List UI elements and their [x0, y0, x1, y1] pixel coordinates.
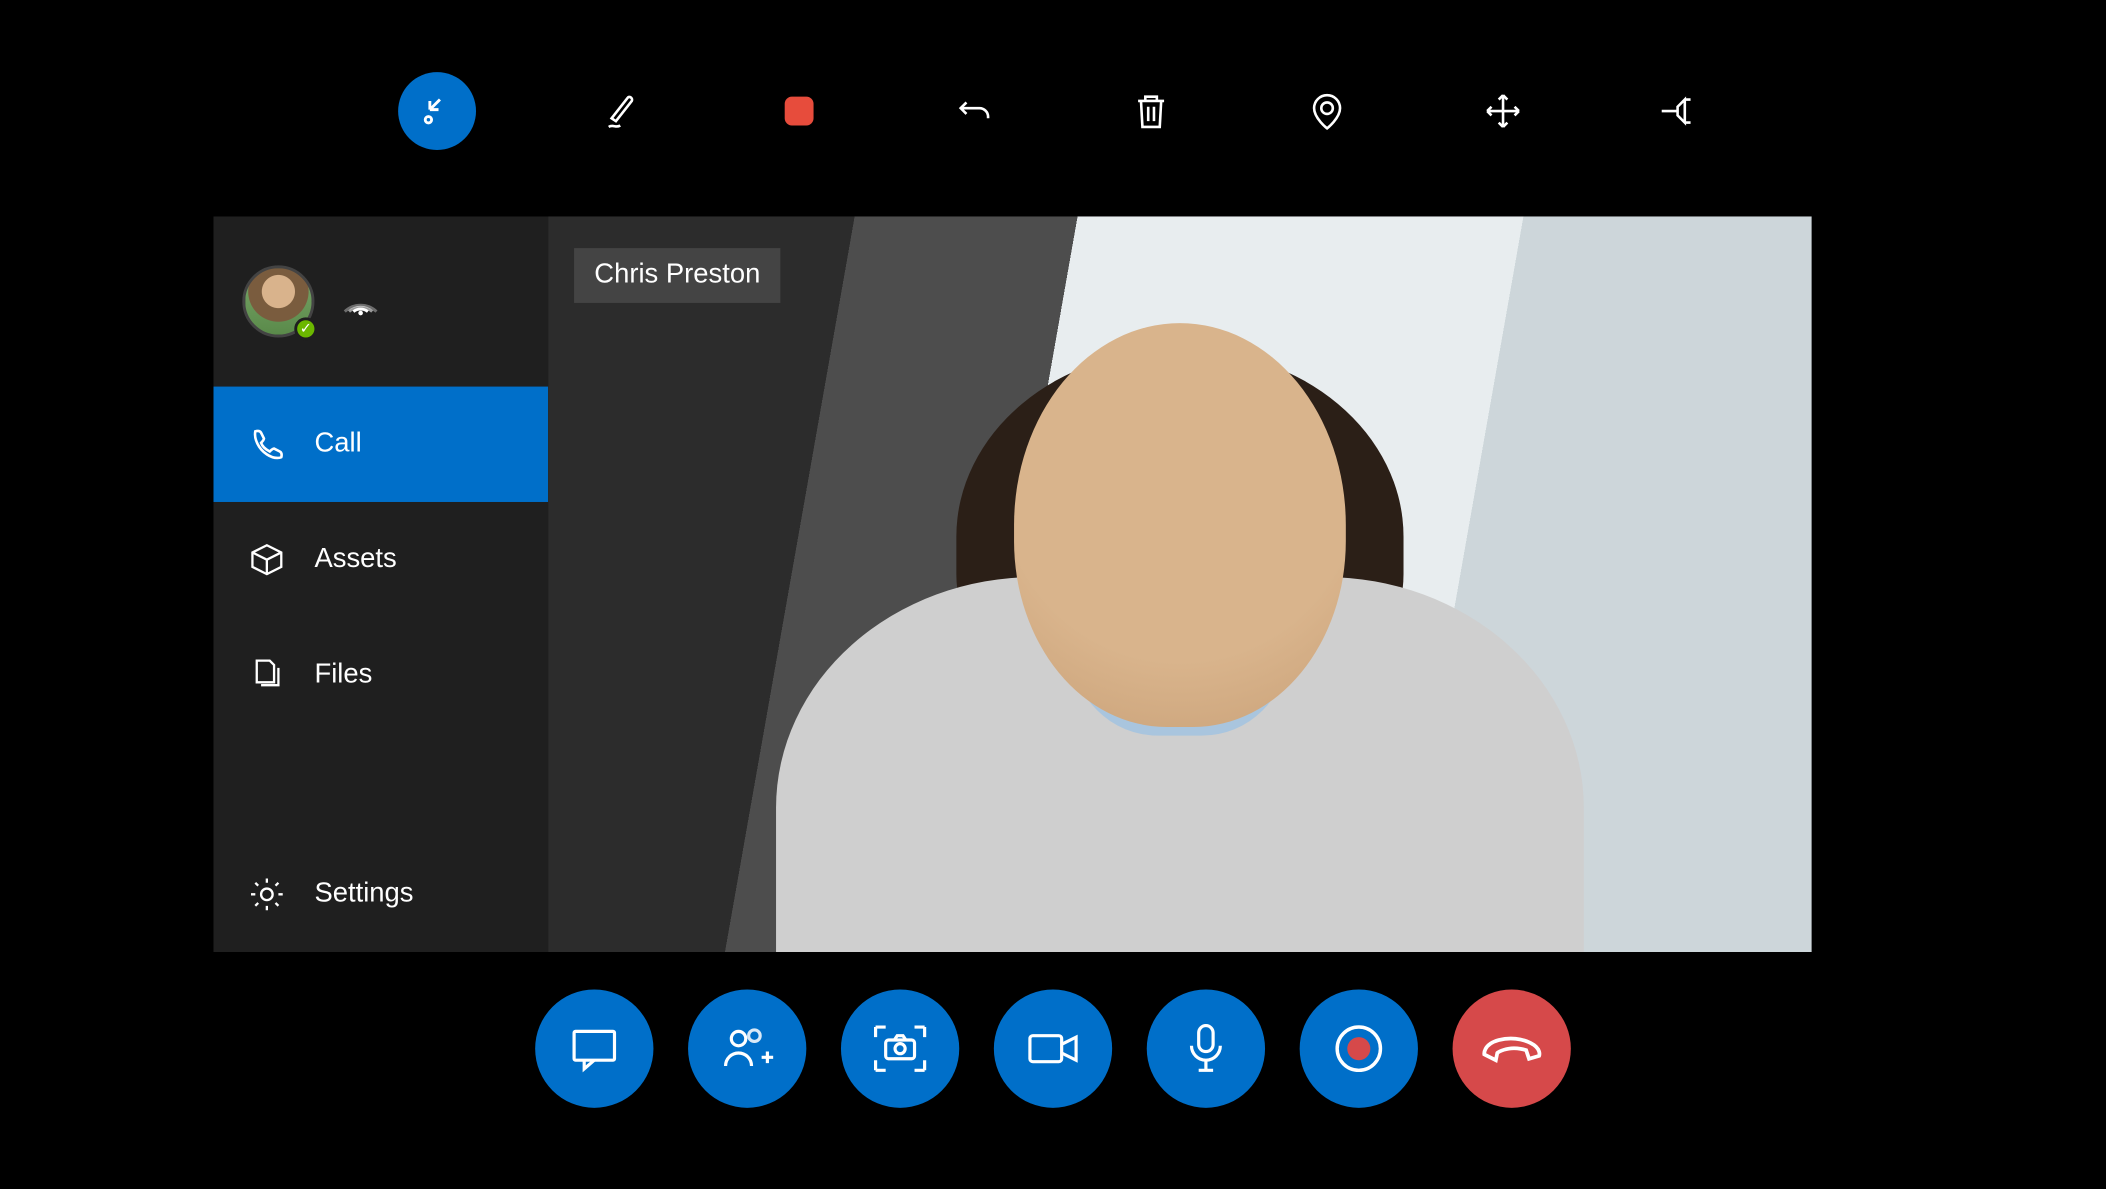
phone-icon: [248, 426, 286, 464]
gear-icon: [248, 876, 286, 914]
sidebar-item-label: Call: [314, 428, 361, 460]
delete-icon: [1132, 91, 1170, 131]
annotation-toolbar: [0, 72, 2106, 150]
chat-button[interactable]: [535, 990, 653, 1108]
delete-button[interactable]: [1122, 82, 1180, 140]
move-icon: [1483, 91, 1523, 131]
sidebar-item-call[interactable]: Call: [213, 387, 548, 502]
participant-name: Chris Preston: [594, 260, 760, 290]
add-people-button[interactable]: [688, 990, 806, 1108]
exit-fullscreen-button[interactable]: [398, 72, 476, 150]
add-person-icon: [718, 1023, 776, 1075]
hangup-button[interactable]: [1453, 990, 1571, 1108]
hangup-icon: [1479, 1031, 1545, 1066]
record-button[interactable]: [1300, 990, 1418, 1108]
profile-section: ✓: [213, 216, 548, 386]
screenshot-button[interactable]: [841, 990, 959, 1108]
exit-fullscreen-icon: [420, 94, 455, 129]
sidebar-item-label: Assets: [314, 544, 396, 576]
sidebar: ✓ C: [213, 216, 548, 952]
package-icon: [248, 541, 286, 579]
location-button[interactable]: [1298, 82, 1356, 140]
camera-capture-icon: [870, 1021, 931, 1076]
files-icon: [248, 656, 286, 694]
sidebar-item-label: Files: [314, 659, 372, 691]
video-button[interactable]: [994, 990, 1112, 1108]
video-icon: [1024, 1027, 1082, 1070]
microphone-icon: [1184, 1020, 1227, 1078]
stop-button[interactable]: [770, 82, 828, 140]
sidebar-item-settings[interactable]: Settings: [213, 837, 548, 952]
app-window: ✓ C: [213, 216, 1811, 952]
sidebar-item-label: Settings: [314, 878, 413, 910]
ink-icon: [602, 89, 645, 132]
move-button[interactable]: [1474, 82, 1532, 140]
video-feed: Chris Preston: [548, 216, 1812, 952]
participant-name-tag: Chris Preston: [574, 248, 780, 303]
record-icon: [1330, 1020, 1388, 1078]
network-icon: [340, 286, 380, 318]
undo-icon: [955, 91, 995, 131]
presence-badge: ✓: [294, 317, 317, 340]
call-controls: [0, 990, 2106, 1108]
user-avatar[interactable]: ✓: [242, 265, 314, 337]
mic-button[interactable]: [1147, 990, 1265, 1108]
sidebar-item-assets[interactable]: Assets: [213, 502, 548, 617]
sidebar-item-files[interactable]: Files: [213, 617, 548, 732]
location-icon: [1307, 91, 1347, 131]
undo-button[interactable]: [946, 82, 1004, 140]
pin-icon: [1657, 95, 1700, 127]
pin-button[interactable]: [1650, 82, 1708, 140]
chat-icon: [567, 1024, 622, 1073]
stop-record-icon: [780, 92, 818, 130]
ink-button[interactable]: [594, 82, 652, 140]
